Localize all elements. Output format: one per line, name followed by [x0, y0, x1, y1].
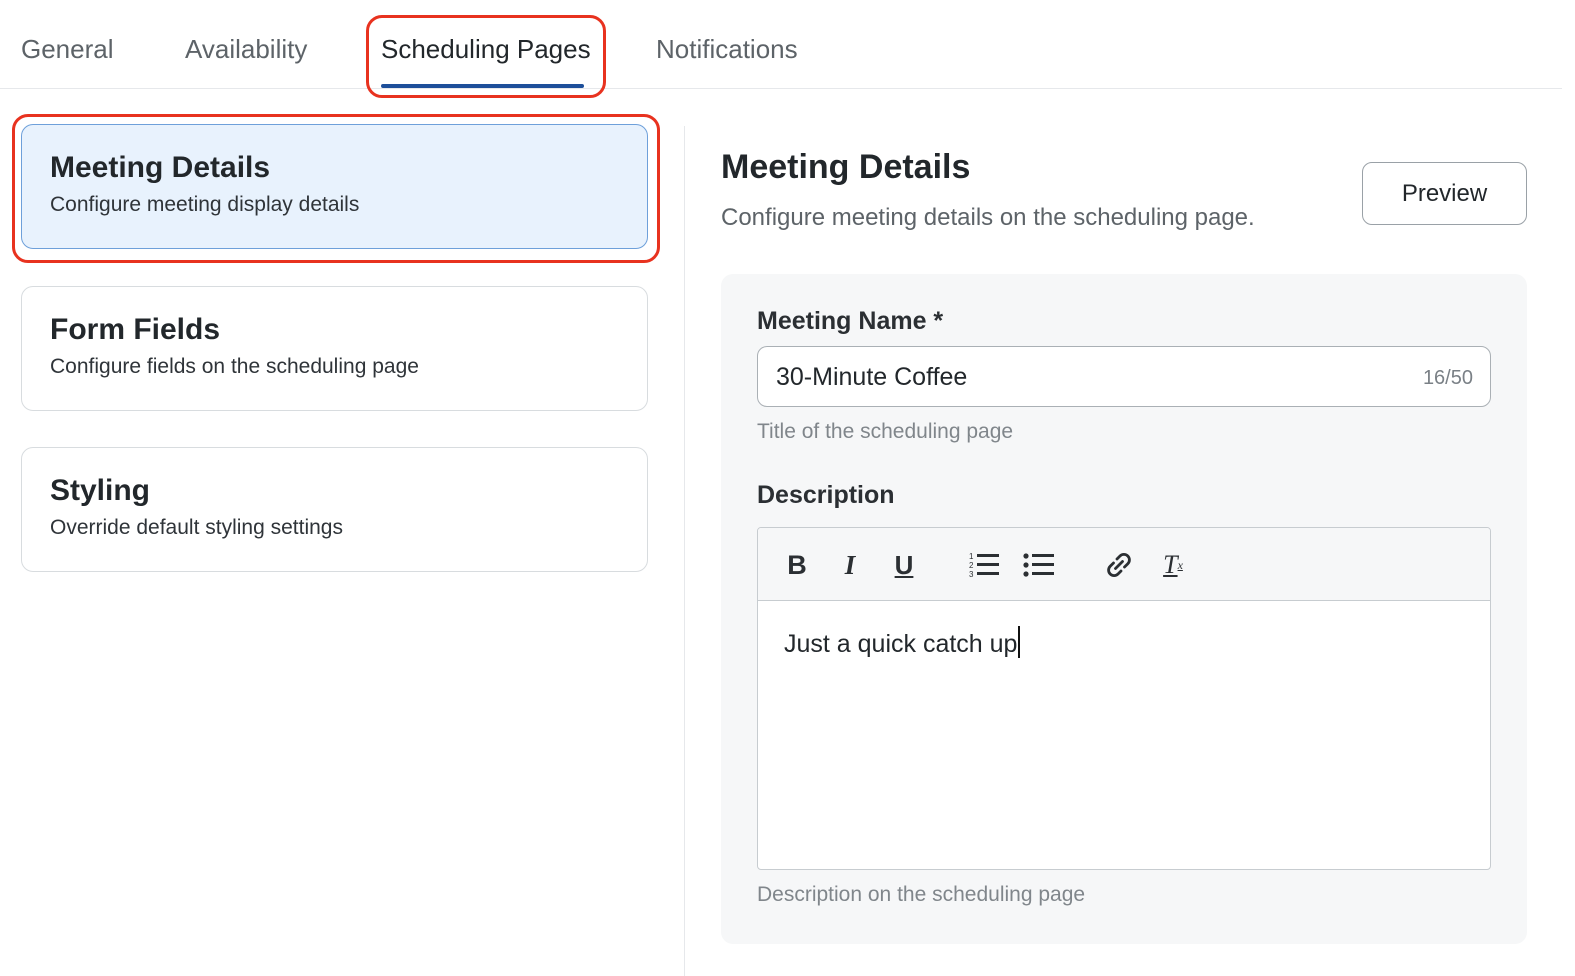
character-counter: 16/50	[1422, 367, 1473, 389]
ordered-list-glyph: 1 2 3	[969, 552, 999, 579]
italic-button[interactable]: I	[833, 548, 867, 582]
meeting-name-value: 30-Minute Coffee	[776, 363, 968, 391]
description-editor[interactable]: B I U 1 2 3 T x Just a quick catch up	[757, 527, 1491, 870]
tab-notifications[interactable]: Notifications	[656, 34, 798, 68]
description-label: Description	[757, 481, 895, 509]
section-card-meeting-details[interactable]: Meeting Details Configure meeting displa…	[21, 124, 648, 249]
active-tab-indicator	[381, 84, 584, 88]
section-card-subtitle: Configure fields on the scheduling page	[50, 355, 419, 378]
section-card-title: Styling	[50, 474, 151, 507]
svg-text:3: 3	[969, 570, 974, 579]
underline-button[interactable]: U	[887, 548, 921, 582]
bullet-list-glyph	[1023, 553, 1054, 577]
link-glyph	[1107, 553, 1131, 577]
section-card-title: Form Fields	[50, 313, 221, 346]
bold-button[interactable]: B	[780, 548, 814, 582]
meeting-name-input[interactable]: 30-Minute Coffee 16/50	[757, 346, 1491, 407]
preview-button[interactable]: Preview	[1362, 162, 1527, 225]
section-card-title: Meeting Details	[50, 151, 271, 184]
section-card-styling[interactable]: Styling Override default styling setting…	[21, 447, 648, 572]
description-text-area[interactable]: Just a quick catch up	[784, 626, 1021, 659]
clear-format-x: x	[1177, 557, 1183, 572]
tab-bar: General Availability Scheduling Pages No…	[0, 0, 1562, 89]
tab-general[interactable]: General	[21, 34, 114, 68]
section-card-subtitle: Configure meeting display details	[50, 193, 360, 216]
editor-toolbar: B I U 1 2 3 T x	[758, 528, 1490, 601]
link-icon[interactable]	[1102, 548, 1136, 582]
text-caret	[1018, 626, 1021, 658]
description-helper: Description on the scheduling page	[757, 883, 1086, 906]
section-card-form-fields[interactable]: Form Fields Configure fields on the sche…	[21, 286, 648, 411]
description-value: Just a quick catch up	[784, 630, 1018, 658]
ordered-list-icon[interactable]: 1 2 3	[968, 548, 1002, 582]
tab-availability[interactable]: Availability	[185, 34, 307, 68]
clear-format-button[interactable]: Tx	[1156, 548, 1190, 582]
meeting-name-label: Meeting Name *	[757, 307, 944, 335]
scheduler-settings-page: General Availability Scheduling Pages No…	[0, 0, 1575, 976]
svg-text:2: 2	[969, 561, 974, 570]
meeting-name-helper: Title of the scheduling page	[757, 420, 1014, 443]
tab-scheduling-pages[interactable]: Scheduling Pages	[381, 34, 591, 68]
svg-text:1: 1	[969, 552, 974, 561]
page-subtitle: Configure meeting details on the schedul…	[721, 204, 1255, 231]
clear-format-t: T	[1163, 550, 1178, 579]
section-card-subtitle: Override default styling settings	[50, 516, 343, 539]
bullet-list-icon[interactable]	[1022, 548, 1056, 582]
page-title: Meeting Details	[721, 148, 971, 186]
panel-divider	[684, 126, 685, 976]
